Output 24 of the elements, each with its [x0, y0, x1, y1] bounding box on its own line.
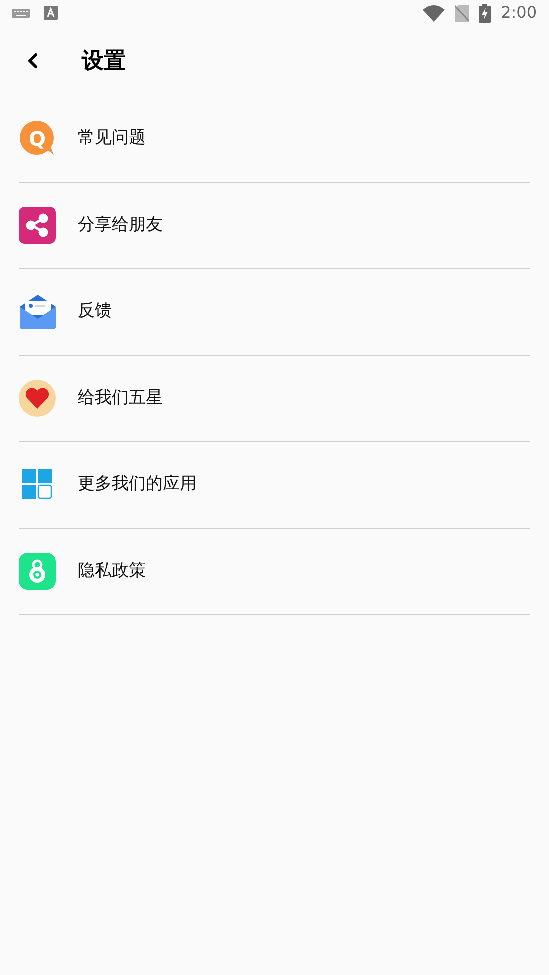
envelope-icon — [20, 294, 56, 329]
lock-icon — [19, 552, 56, 590]
share-icon — [19, 206, 56, 244]
status-time: 2:00 — [501, 2, 537, 24]
grid-icon — [22, 469, 53, 500]
settings-item[interactable]: Q 常见问题 — [19, 96, 530, 182]
notification-icon — [44, 6, 58, 20]
no-sim-icon — [455, 4, 470, 22]
wifi-icon — [423, 4, 446, 22]
settings-label: 更多我们的应用 — [78, 473, 197, 496]
battery-charging-icon — [479, 4, 492, 22]
settings-label: 给我们五星 — [78, 386, 163, 410]
question-bubble-icon: Q — [20, 120, 56, 157]
settings-label: 常见问题 — [78, 127, 146, 150]
settings-label: 隐私政策 — [78, 560, 146, 582]
keyboard-icon — [12, 8, 30, 18]
settings-item[interactable]: 分享给朋友 — [19, 182, 530, 269]
settings-item[interactable]: 隐私政策 — [19, 528, 530, 615]
settings-label: 分享给朋友 — [78, 214, 163, 236]
settings-item[interactable]: 更多我们的应用 — [19, 442, 530, 528]
settings-item[interactable]: 反馈 — [19, 269, 530, 356]
settings-label: 反馈 — [78, 300, 112, 323]
settings-item[interactable]: 给我们五星 — [19, 356, 530, 442]
page-title: 设置 — [82, 48, 126, 76]
